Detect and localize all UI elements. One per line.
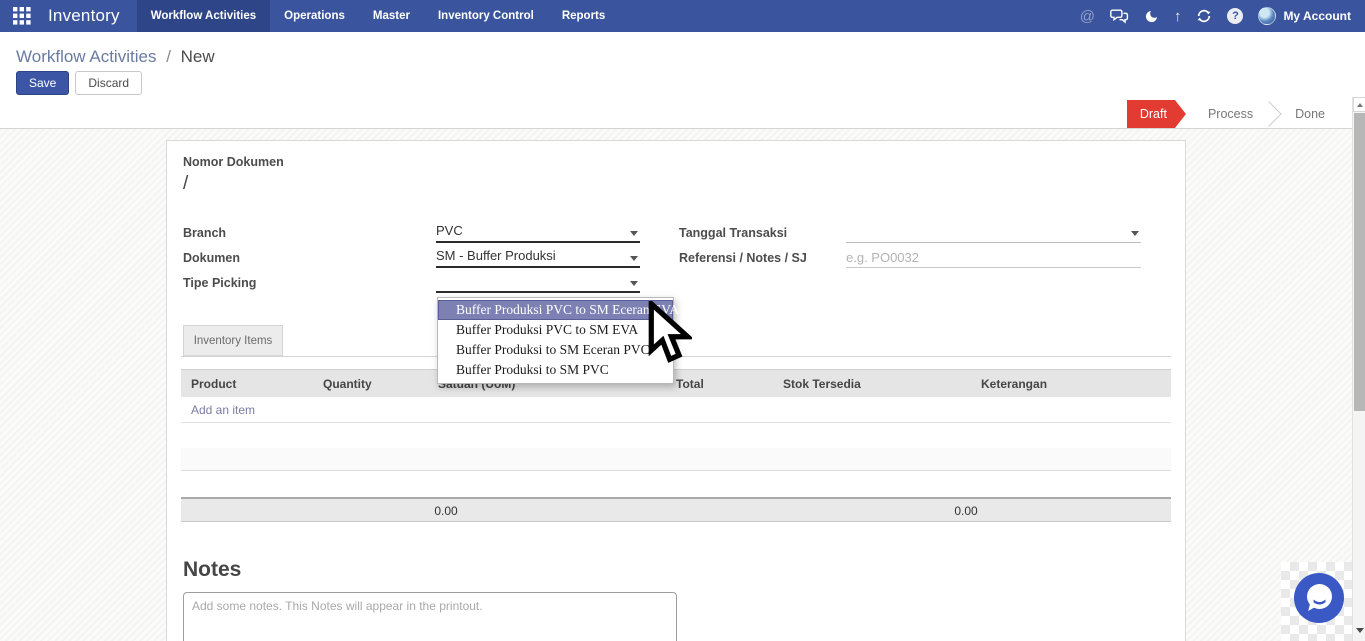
form-action-buttons: Save Discard xyxy=(16,71,142,95)
breadcrumb-current: New xyxy=(181,47,215,66)
breadcrumb-separator: / xyxy=(166,47,171,66)
help-icon[interactable]: ? xyxy=(1227,8,1243,24)
tanggal-transaksi-select[interactable] xyxy=(846,223,1141,243)
col-product: Product xyxy=(191,377,236,391)
dokumen-label: Dokumen xyxy=(183,251,240,265)
apps-grid-icon[interactable] xyxy=(13,7,31,25)
top-navbar: Inventory Workflow Activities Operations… xyxy=(0,0,1365,32)
referensi-input[interactable] xyxy=(846,248,1141,268)
caret-down-icon xyxy=(630,231,638,236)
dropdown-option-buffer-produksi-pvc-to-sm-eceran-eva[interactable]: Buffer Produksi PVC to SM Eceran EVA xyxy=(438,300,673,320)
col-quantity: Quantity xyxy=(323,377,372,391)
scroll-up-button[interactable] xyxy=(1353,97,1365,112)
add-an-item-link[interactable]: Add an item xyxy=(191,403,255,417)
branch-select[interactable]: PVC xyxy=(436,223,640,243)
vertical-scrollbar[interactable] xyxy=(1352,97,1365,641)
nav-item-inventory-control[interactable]: Inventory Control xyxy=(424,0,548,32)
tab-inventory-items[interactable]: Inventory Items xyxy=(183,325,283,356)
branch-label: Branch xyxy=(183,226,226,240)
dokumen-select[interactable]: SM - Buffer Produksi xyxy=(436,248,640,268)
empty-table-row xyxy=(181,448,1171,471)
referensi-label: Referensi / Notes / SJ xyxy=(679,251,807,265)
statusbar: Draft Process Done xyxy=(1127,100,1345,128)
navbar-right-tools: @ ↑ ? My Account xyxy=(1080,0,1351,32)
scroll-down-arrow-icon[interactable] xyxy=(1356,628,1364,633)
live-chat-button[interactable] xyxy=(1293,572,1345,624)
breadcrumb: Workflow Activities / New xyxy=(16,47,215,67)
col-total: Total xyxy=(676,377,704,391)
app-title[interactable]: Inventory xyxy=(48,6,120,26)
tab-divider xyxy=(181,356,1171,357)
nav-item-operations[interactable]: Operations xyxy=(270,0,359,32)
dropdown-option-buffer-produksi-to-sm-eceran-pvc[interactable]: Buffer Produksi to SM Eceran PVC xyxy=(438,340,673,360)
empty-table-row xyxy=(181,423,1171,448)
caret-down-icon xyxy=(630,281,638,286)
col-keterangan: Keterangan xyxy=(981,377,1047,391)
dropdown-option-buffer-produksi-pvc-to-sm-eva[interactable]: Buffer Produksi PVC to SM EVA xyxy=(438,320,673,340)
dropdown-option-buffer-produksi-to-sm-pvc[interactable]: Buffer Produksi to SM PVC xyxy=(438,360,673,380)
notes-textarea[interactable] xyxy=(183,592,677,641)
nav-item-master[interactable]: Master xyxy=(359,0,424,32)
control-panel: Workflow Activities / New Save Discard D… xyxy=(0,32,1365,129)
empty-table-row xyxy=(181,472,1171,497)
sync-refresh-icon[interactable] xyxy=(1196,8,1212,24)
add-item-row: Add an item xyxy=(181,397,1171,423)
total-quantity-value: 0.00 xyxy=(421,504,471,518)
statusbar-step-draft[interactable]: Draft xyxy=(1127,100,1186,128)
save-button[interactable]: Save xyxy=(16,71,69,95)
upload-arrow-icon[interactable]: ↑ xyxy=(1174,9,1182,24)
discard-button[interactable]: Discard xyxy=(75,71,142,95)
total-stok-tersedia-value: 0.00 xyxy=(941,504,991,518)
my-account-button[interactable]: My Account xyxy=(1283,9,1351,23)
tanggal-transaksi-label: Tanggal Transaksi xyxy=(679,226,787,240)
user-avatar xyxy=(1258,7,1276,25)
inventory-app-screen: Inventory Workflow Activities Operations… xyxy=(0,0,1365,641)
tipe-picking-dropdown: Buffer Produksi PVC to SM Eceran EVA Buf… xyxy=(437,297,674,384)
nav-item-reports[interactable]: Reports xyxy=(548,0,619,32)
main-menu: Workflow Activities Operations Master In… xyxy=(137,0,620,32)
notes-heading: Notes xyxy=(183,558,241,582)
nomor-dokumen-value: / xyxy=(183,173,188,195)
statusbar-step-done[interactable]: Done xyxy=(1271,100,1345,128)
branch-value: PVC xyxy=(436,223,463,238)
col-stok-tersedia: Stok Tersedia xyxy=(783,377,861,391)
breadcrumb-parent-link[interactable]: Workflow Activities xyxy=(16,47,156,66)
mentions-icon[interactable]: @ xyxy=(1080,9,1095,24)
dokumen-value: SM - Buffer Produksi xyxy=(436,248,556,263)
nomor-dokumen-label: Nomor Dokumen xyxy=(183,155,284,169)
items-table-header: Product Quantity Satuan (UoM) Total Stok… xyxy=(181,369,1171,397)
caret-down-icon xyxy=(630,256,638,261)
tipe-picking-label: Tipe Picking xyxy=(183,276,256,290)
chat-bubbles-icon[interactable] xyxy=(1110,9,1129,24)
caret-down-icon xyxy=(1131,231,1139,236)
scrollbar-thumb[interactable] xyxy=(1354,113,1365,411)
table-totals-row: 0.00 0.00 xyxy=(181,497,1171,522)
dark-mode-moon-icon[interactable] xyxy=(1144,9,1159,24)
form-sheet: Nomor Dokumen / Branch PVC Dokumen SM - … xyxy=(166,140,1186,641)
tipe-picking-select[interactable] xyxy=(436,273,640,293)
nav-item-workflow-activities[interactable]: Workflow Activities xyxy=(137,0,270,32)
